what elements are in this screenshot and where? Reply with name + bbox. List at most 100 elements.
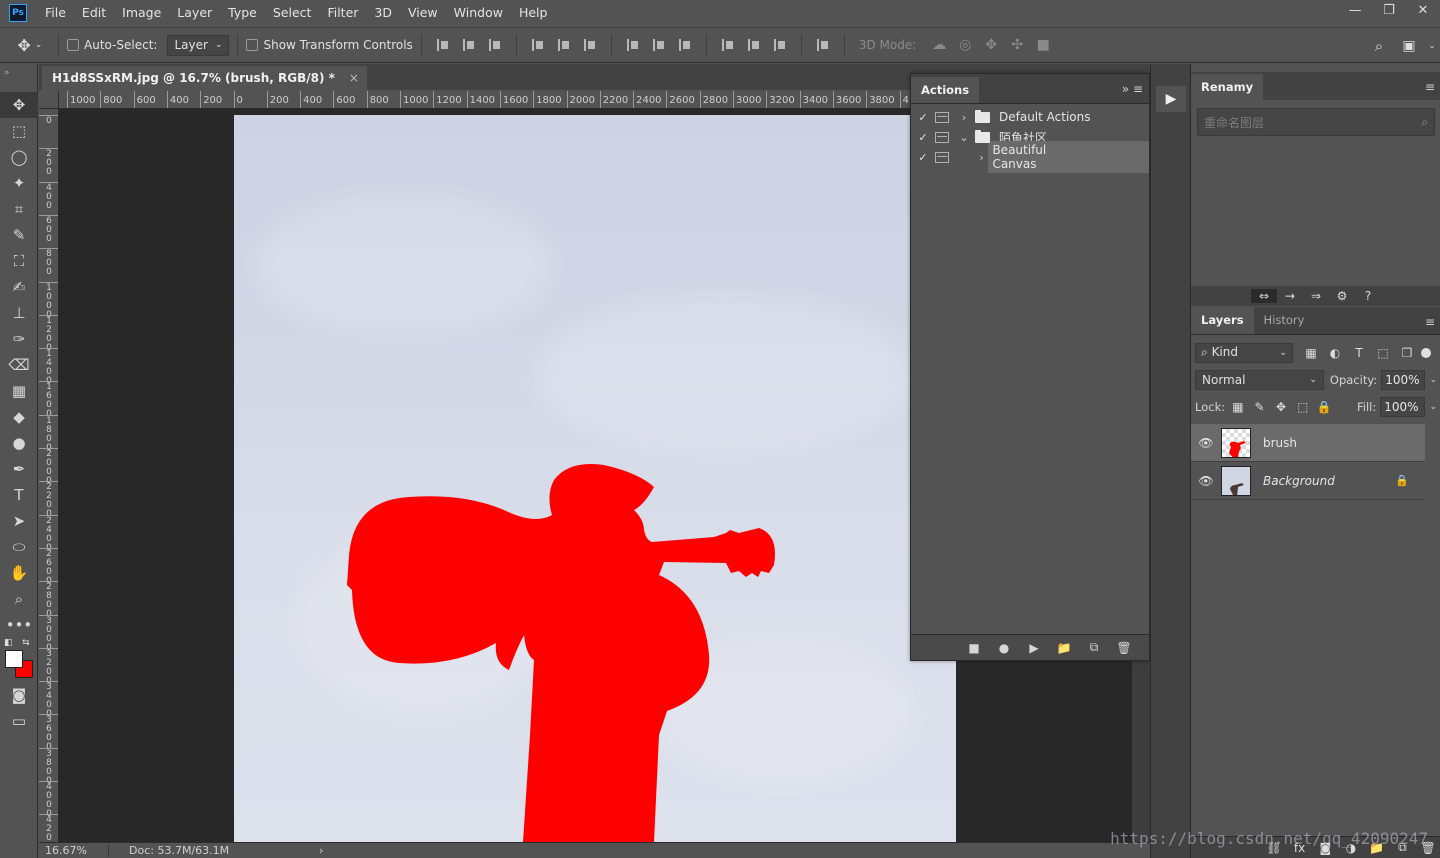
new-set-icon[interactable]: 📁 (1049, 641, 1079, 655)
eraser-tool-icon[interactable]: ⌫ (0, 352, 38, 378)
eye-icon[interactable]: 👁 (1191, 474, 1221, 488)
move-tool-icon[interactable]: ✥ (0, 92, 38, 118)
menu-help[interactable]: Help (511, 0, 556, 26)
align-top-icon[interactable] (430, 35, 456, 55)
vertical-ruler[interactable]: 0 2 0 0 4 0 0 6 0 0 8 0 0 1 0 0 01 2 0 01 4 0… (39, 109, 59, 842)
chevron-right-icon[interactable]: › (975, 151, 989, 164)
blend-mode-dropdown[interactable]: Normal ⌄ (1195, 369, 1324, 390)
menu-window[interactable]: Window (446, 0, 511, 26)
zoom-tool-icon[interactable]: ⌕ (0, 586, 38, 612)
search-icon[interactable]: ⌕ (1364, 37, 1394, 55)
clone-stamp-tool-icon[interactable]: ⊥ (0, 300, 38, 326)
chevron-down-icon[interactable]: ⌄ (1429, 402, 1437, 412)
gradient-tool-icon[interactable]: ▦ (0, 378, 38, 404)
path-selection-tool-icon[interactable]: ➤ (0, 508, 38, 534)
lock-position-icon[interactable]: ✥ (1270, 400, 1292, 414)
menu-type[interactable]: Type (220, 0, 265, 26)
healing-brush-tool-icon[interactable]: ⛶ (0, 248, 38, 274)
hand-tool-icon[interactable]: ✋ (0, 560, 38, 586)
document-tab[interactable]: H1d8SSxRM.jpg @ 16.7% (brush, RGB/8) * × (42, 66, 367, 90)
toolbar-collapse[interactable]: » (0, 64, 37, 92)
play-selection-icon[interactable]: ▶ (1019, 641, 1049, 655)
shape-filter-icon[interactable]: ⬚ (1371, 346, 1395, 360)
restore-button[interactable]: ❐ (1372, 0, 1406, 20)
smart-object-filter-icon[interactable]: ❐ (1395, 346, 1419, 360)
rename-swap-icon[interactable]: ⇔ (1251, 289, 1277, 303)
menu-filter[interactable]: Filter (319, 0, 366, 26)
opacity-input[interactable]: 100% (1381, 369, 1426, 390)
show-transform-checkbox[interactable]: Show Transform Controls (246, 38, 413, 52)
screen-mode-icon[interactable]: ▭ (0, 708, 38, 734)
chevron-down-icon[interactable]: ⌄ (1429, 375, 1437, 385)
toggle-item-check[interactable]: ✓ (911, 151, 935, 164)
toggle-item-check[interactable]: ✓ (911, 131, 935, 144)
type-tool-icon[interactable]: T (0, 482, 38, 508)
menu-file[interactable]: File (37, 0, 74, 26)
move-tool-preset-icon[interactable]: ✥ ⌄ (10, 36, 50, 55)
dialog-toggle-icon[interactable] (935, 111, 949, 123)
lasso-tool-icon[interactable]: ◯ (0, 144, 38, 170)
distribute-hcenter-icon[interactable] (741, 35, 767, 55)
lock-transparency-icon[interactable]: ▦ (1227, 400, 1249, 414)
settings-icon[interactable]: ⚙ (1329, 289, 1355, 303)
new-action-icon[interactable]: ⧉ (1079, 640, 1109, 655)
panel-menu-icon[interactable]: ≡ (1425, 80, 1435, 94)
eyedropper-tool-icon[interactable]: ✎ (0, 222, 38, 248)
distribute-vcenter-icon[interactable] (646, 35, 672, 55)
toggle-item-check[interactable]: ✓ (911, 111, 935, 124)
panel-menu-icon[interactable]: ≡ (1425, 315, 1435, 329)
fill-input[interactable]: 100% (1380, 396, 1426, 417)
auto-select-target-dropdown[interactable]: Layer ⌄ (167, 34, 230, 56)
chevron-down-icon[interactable]: ⌄ (1424, 41, 1440, 51)
blur-tool-icon[interactable]: ◆ (0, 404, 38, 430)
more-tools-icon[interactable]: ••• (0, 612, 38, 638)
panel-menu-icon[interactable]: » ≡ (1122, 82, 1143, 96)
align-vcenter-icon[interactable] (456, 35, 482, 55)
stop-recording-icon[interactable]: ■ (959, 641, 989, 655)
auto-align-icon[interactable] (810, 35, 836, 55)
lock-artboard-icon[interactable]: ⬚ (1292, 400, 1314, 414)
foreground-color-swatch[interactable] (5, 650, 23, 668)
layer-row-brush[interactable]: 👁 brush (1191, 424, 1425, 462)
document-canvas[interactable] (234, 115, 956, 842)
action-row[interactable]: ✓ › Beautiful Canvas (911, 141, 1149, 173)
lock-pixels-icon[interactable]: ✎ (1249, 400, 1271, 414)
brush-tool-icon[interactable]: ✍ (0, 274, 38, 300)
menu-select[interactable]: Select (265, 0, 320, 26)
chevron-right-icon[interactable]: › (957, 111, 971, 124)
menu-image[interactable]: Image (114, 0, 169, 26)
menu-edit[interactable]: Edit (74, 0, 114, 26)
workspace-icon[interactable]: ▣ (1394, 38, 1424, 54)
3d-scale-icon[interactable]: ■ (1030, 37, 1056, 53)
rename-double-arrow-icon[interactable]: ⇒ (1303, 289, 1329, 303)
distribute-left-icon[interactable] (715, 35, 741, 55)
tab-layers[interactable]: Layers (1191, 306, 1254, 334)
rename-arrow-icon[interactable]: → (1277, 289, 1303, 303)
menu-3d[interactable]: 3D (366, 0, 400, 26)
default-colors-icon[interactable]: ◧ (4, 638, 13, 648)
align-left-icon[interactable] (525, 35, 551, 55)
align-bottom-icon[interactable] (482, 35, 508, 55)
menu-layer[interactable]: Layer (169, 0, 220, 26)
tab-history[interactable]: History (1254, 306, 1315, 334)
distribute-right-icon[interactable] (767, 35, 793, 55)
lock-all-icon[interactable]: 🔒 (1313, 400, 1335, 414)
rename-layer-input[interactable]: 重命名图层 ⌕ (1197, 108, 1435, 136)
menu-view[interactable]: View (400, 0, 446, 26)
align-right-icon[interactable] (577, 35, 603, 55)
auto-select-checkbox[interactable]: Auto-Select: (67, 38, 157, 52)
dodge-tool-icon[interactable]: ● (0, 430, 38, 456)
eye-icon[interactable]: 👁 (1191, 436, 1221, 450)
3d-roll-icon[interactable]: ◎ (952, 37, 978, 53)
quick-mask-icon[interactable]: ◙ (0, 682, 38, 708)
adjustment-filter-icon[interactable]: ◐ (1323, 346, 1347, 360)
tab-renamy[interactable]: Renamy (1191, 74, 1264, 100)
chevron-down-icon[interactable]: ⌄ (957, 131, 971, 144)
delete-icon[interactable]: 🗑 (1109, 641, 1139, 655)
minimize-button[interactable]: — (1338, 0, 1372, 20)
action-set-row[interactable]: ✓ › Default Actions (911, 107, 1149, 127)
swap-colors-icon[interactable]: ⇆ (22, 638, 30, 648)
distribute-bottom-icon[interactable] (672, 35, 698, 55)
kind-filter-dropdown[interactable]: ⌕ Kind ⌄ (1195, 342, 1293, 363)
dialog-toggle-icon[interactable] (934, 151, 949, 163)
